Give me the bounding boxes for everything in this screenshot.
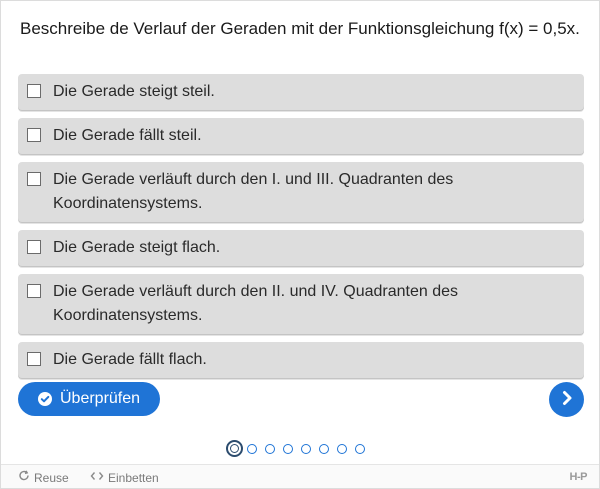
answer-option-4[interactable]: Die Gerade steigt flach. bbox=[18, 230, 584, 266]
embed-label: Einbetten bbox=[108, 470, 159, 485]
content-frame: Beschreibe de Verlauf der Geraden mit de… bbox=[0, 0, 600, 489]
h5p-actions-bar: Reuse Einbetten H-P bbox=[1, 464, 599, 488]
pagination-dot[interactable] bbox=[265, 443, 275, 454]
pagination-dot[interactable] bbox=[337, 443, 347, 454]
answer-option-label: Die Gerade verläuft durch den II. und IV… bbox=[53, 283, 458, 324]
checkbox[interactable] bbox=[27, 284, 41, 298]
pagination-dot[interactable] bbox=[247, 443, 257, 454]
check-answer-button[interactable]: Überprüfen bbox=[18, 382, 160, 416]
next-question-button[interactable] bbox=[549, 382, 584, 417]
reuse-label: Reuse bbox=[34, 470, 69, 485]
check-circle-icon bbox=[38, 392, 52, 406]
checkbox[interactable] bbox=[27, 128, 41, 142]
reuse-icon bbox=[18, 470, 34, 485]
answer-option-3[interactable]: Die Gerade verläuft durch den I. und III… bbox=[18, 162, 584, 222]
checkbox[interactable] bbox=[27, 352, 41, 366]
answer-option-label: Die Gerade fällt steil. bbox=[53, 127, 202, 144]
answer-option-label: Die Gerade steigt flach. bbox=[53, 239, 221, 256]
answer-options: Die Gerade steigt steil. Die Gerade fäll… bbox=[18, 74, 584, 386]
answer-option-label: Die Gerade steigt steil. bbox=[53, 83, 215, 100]
answer-option-1[interactable]: Die Gerade steigt steil. bbox=[18, 74, 584, 110]
answer-option-6[interactable]: Die Gerade fällt flach. bbox=[18, 342, 584, 378]
question-pagination bbox=[226, 440, 373, 457]
question-actions: Überprüfen bbox=[18, 382, 584, 417]
answer-option-2[interactable]: Die Gerade fällt steil. bbox=[18, 118, 584, 154]
checkbox[interactable] bbox=[27, 84, 41, 98]
pagination-dot[interactable] bbox=[301, 443, 311, 454]
reuse-button[interactable]: Reuse bbox=[18, 470, 69, 485]
question-text: Beschreibe de Verlauf der Geraden mit de… bbox=[20, 19, 580, 38]
h5p-logo[interactable]: H-P bbox=[570, 471, 588, 483]
embed-code-icon bbox=[90, 470, 108, 485]
pagination-dot[interactable] bbox=[355, 443, 365, 454]
answer-option-label: Die Gerade fällt flach. bbox=[53, 351, 207, 368]
embed-button[interactable]: Einbetten bbox=[90, 470, 159, 485]
answer-option-5[interactable]: Die Gerade verläuft durch den II. und IV… bbox=[18, 274, 584, 334]
answer-option-label: Die Gerade verläuft durch den I. und III… bbox=[53, 171, 454, 212]
checkbox[interactable] bbox=[27, 240, 41, 254]
checkbox[interactable] bbox=[27, 172, 41, 186]
pagination-dot[interactable] bbox=[283, 443, 293, 454]
check-answer-label: Überprüfen bbox=[60, 390, 141, 407]
chevron-right-icon bbox=[560, 390, 574, 409]
pagination-dot[interactable] bbox=[319, 443, 329, 454]
pagination-dot-current[interactable] bbox=[226, 440, 243, 457]
